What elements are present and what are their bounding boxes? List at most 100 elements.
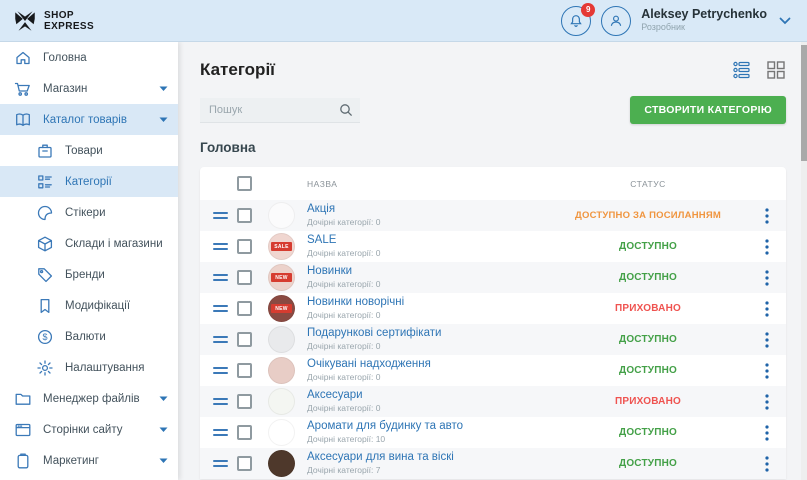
gear-icon bbox=[36, 359, 54, 377]
grid-view-icon[interactable] bbox=[766, 60, 786, 80]
section-title: Головна bbox=[200, 140, 786, 155]
sidebar-item-label: Менеджер файлів bbox=[43, 393, 140, 405]
row-checkbox[interactable] bbox=[237, 301, 252, 316]
category-children-count: Дочірні категорії: 0 bbox=[307, 216, 548, 228]
sidebar-item-сторінки-сайту[interactable]: Сторінки сайту bbox=[0, 414, 178, 445]
search-input[interactable] bbox=[200, 98, 360, 123]
select-all-checkbox[interactable] bbox=[237, 176, 252, 191]
create-category-button[interactable]: СТВОРИТИ КАТЕГОРІЮ bbox=[630, 96, 786, 124]
table-row: NEW Новинки Дочірні категорії: 0 ДОСТУПН… bbox=[200, 262, 786, 293]
user-name: Aleksey Petrychenko bbox=[641, 8, 767, 20]
row-checkbox[interactable] bbox=[237, 456, 252, 471]
user-avatar[interactable] bbox=[601, 6, 631, 36]
category-name-link[interactable]: Очікувані надходження bbox=[307, 358, 548, 370]
drag-handle-icon[interactable] bbox=[213, 460, 228, 467]
drag-handle-icon[interactable] bbox=[213, 305, 228, 312]
sidebar-item-головна[interactable]: Головна bbox=[0, 42, 178, 73]
row-checkbox[interactable] bbox=[237, 239, 252, 254]
row-checkbox[interactable] bbox=[237, 394, 252, 409]
sticker-icon bbox=[36, 204, 54, 222]
catalog-book-icon bbox=[14, 111, 32, 129]
category-thumbnail bbox=[268, 388, 295, 415]
app-logo: SHOP EXPRESS bbox=[0, 8, 178, 34]
browser-window-icon bbox=[14, 421, 32, 439]
category-name-link[interactable]: Новинки новорічні bbox=[307, 296, 548, 308]
category-thumbnail: NEW bbox=[268, 295, 295, 322]
drag-handle-icon[interactable] bbox=[213, 336, 228, 343]
drag-handle-icon[interactable] bbox=[213, 367, 228, 374]
row-checkbox[interactable] bbox=[237, 270, 252, 285]
search-icon[interactable] bbox=[339, 103, 353, 117]
drag-handle-icon[interactable] bbox=[213, 212, 228, 219]
table-row: SALE SALE Дочірні категорії: 0 ДОСТУПНО bbox=[200, 231, 786, 262]
notification-count-badge: 9 bbox=[581, 3, 595, 17]
sidebar-item-магазин[interactable]: Магазин bbox=[0, 73, 178, 104]
sidebar-item-модифікації[interactable]: Модифікації bbox=[0, 290, 178, 321]
vertical-scrollbar[interactable] bbox=[801, 42, 807, 480]
category-thumbnail bbox=[268, 419, 295, 446]
category-children-count: Дочірні категорії: 10 bbox=[307, 433, 548, 445]
sidebar-item-label: Бренди bbox=[65, 269, 105, 281]
sidebar-item-бренди[interactable]: Бренди bbox=[0, 259, 178, 290]
notifications-button[interactable]: 9 bbox=[561, 6, 591, 36]
logo-text: SHOP EXPRESS bbox=[44, 10, 94, 32]
sidebar-item-каталог-товарів[interactable]: Каталог товарів bbox=[0, 104, 178, 135]
row-menu-button[interactable] bbox=[748, 239, 786, 255]
row-menu-button[interactable] bbox=[748, 425, 786, 441]
category-thumbnail bbox=[268, 450, 295, 477]
row-checkbox[interactable] bbox=[237, 363, 252, 378]
category-name-link[interactable]: Аксесуари bbox=[307, 389, 548, 401]
sidebar-item-label: Налаштування bbox=[65, 362, 144, 374]
sidebar-item-стікери[interactable]: Стікери bbox=[0, 197, 178, 228]
sidebar-item-категорії[interactable]: Категорії bbox=[0, 166, 178, 197]
bell-icon bbox=[568, 13, 584, 29]
sidebar-item-маркетинг[interactable]: Маркетинг bbox=[0, 445, 178, 476]
category-name-link[interactable]: SALE bbox=[307, 234, 548, 246]
sidebar-item-товари[interactable]: Товари bbox=[0, 135, 178, 166]
scrollbar-thumb[interactable] bbox=[801, 45, 807, 161]
row-menu-button[interactable] bbox=[748, 394, 786, 410]
drag-handle-icon[interactable] bbox=[213, 398, 228, 405]
row-menu-button[interactable] bbox=[748, 208, 786, 224]
sidebar-item-валюти[interactable]: $ Валюти bbox=[0, 321, 178, 352]
row-checkbox[interactable] bbox=[237, 332, 252, 347]
category-name-link[interactable]: Новинки bbox=[307, 265, 548, 277]
sidebar-item-label: Маркетинг bbox=[43, 455, 99, 467]
cart-icon bbox=[14, 80, 32, 98]
kebab-menu-icon bbox=[765, 301, 769, 317]
category-children-count: Дочірні категорії: 0 bbox=[307, 309, 548, 321]
sidebar-item-менеджер-файлів[interactable]: Менеджер файлів bbox=[0, 383, 178, 414]
category-children-count: Дочірні категорії: 0 bbox=[307, 340, 548, 352]
chevron-down-icon bbox=[159, 86, 168, 92]
category-children-count: Дочірні категорії: 0 bbox=[307, 402, 548, 414]
table-row: NEW Новинки новорічні Дочірні категорії:… bbox=[200, 293, 786, 324]
row-menu-button[interactable] bbox=[748, 332, 786, 348]
sidebar: Головна Магазин Каталог товарів Товари К… bbox=[0, 42, 178, 480]
chevron-down-icon[interactable] bbox=[779, 17, 791, 25]
category-name-link[interactable]: Аромати для будинку та авто bbox=[307, 420, 548, 432]
sidebar-item-налаштування[interactable]: Налаштування bbox=[0, 352, 178, 383]
sidebar-item-label: Валюти bbox=[65, 331, 106, 343]
currency-dollar-icon: $ bbox=[36, 328, 54, 346]
thumbnail-ribbon-label: SALE bbox=[271, 242, 292, 251]
category-name-link[interactable]: Подарункові сертифікати bbox=[307, 327, 548, 339]
kebab-menu-icon bbox=[765, 239, 769, 255]
row-checkbox[interactable] bbox=[237, 208, 252, 223]
row-menu-button[interactable] bbox=[748, 270, 786, 286]
chevron-down-icon bbox=[159, 458, 168, 464]
list-view-icon[interactable] bbox=[732, 60, 752, 80]
row-checkbox[interactable] bbox=[237, 425, 252, 440]
sidebar-item-склади-і-магазини[interactable]: Склади і магазини bbox=[0, 228, 178, 259]
row-menu-button[interactable] bbox=[748, 456, 786, 472]
drag-handle-icon[interactable] bbox=[213, 243, 228, 250]
status-badge: ДОСТУПНО ЗА ПОСИЛАННЯМ bbox=[548, 210, 748, 221]
drag-handle-icon[interactable] bbox=[213, 429, 228, 436]
row-menu-button[interactable] bbox=[748, 301, 786, 317]
category-name-link[interactable]: Аксесуари для вина та віскі bbox=[307, 451, 548, 463]
table-header-row: НАЗВА СТАТУС bbox=[200, 167, 786, 200]
kebab-menu-icon bbox=[765, 456, 769, 472]
user-info: Aleksey Petrychenko Розробник bbox=[641, 8, 767, 33]
drag-handle-icon[interactable] bbox=[213, 274, 228, 281]
category-name-link[interactable]: Акція bbox=[307, 203, 548, 215]
row-menu-button[interactable] bbox=[748, 363, 786, 379]
